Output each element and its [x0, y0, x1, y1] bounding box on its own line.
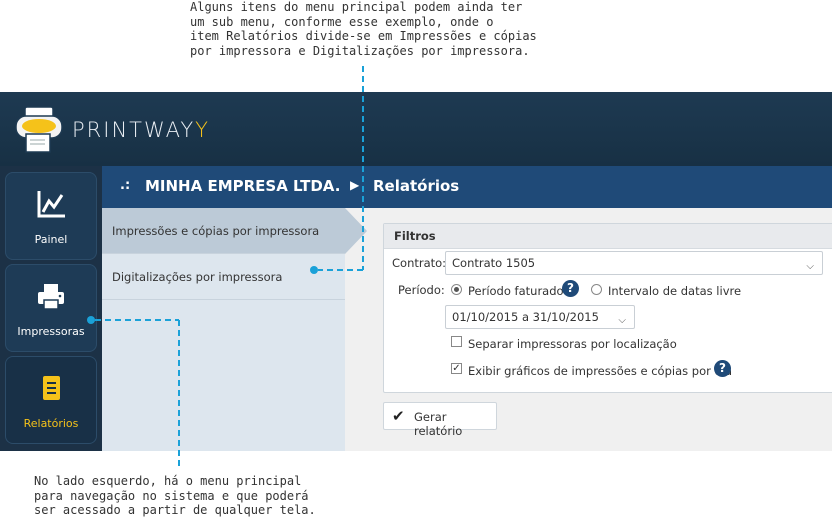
callout-connectors	[87, 66, 364, 466]
callout-main-menu-note: No lado esquerdo, há o menu principal pa…	[34, 474, 316, 517]
